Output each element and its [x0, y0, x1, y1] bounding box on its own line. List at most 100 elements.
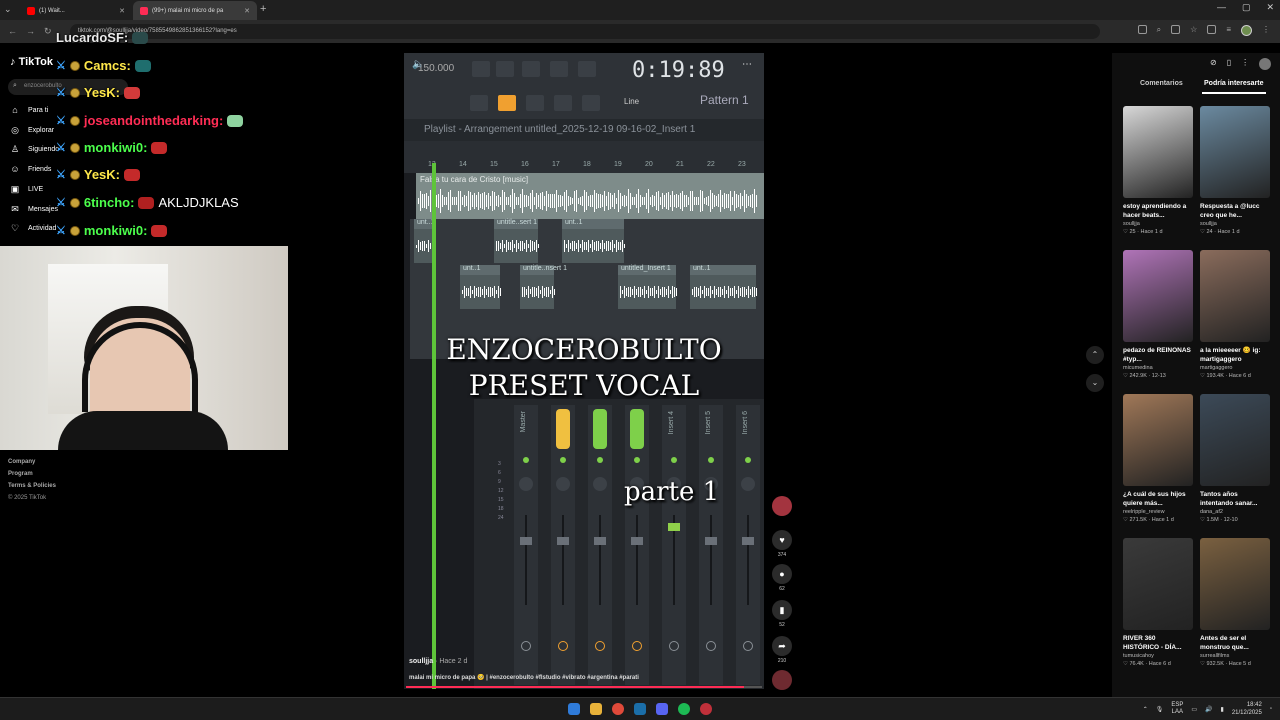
- video-card-user[interactable]: martigaggero: [1200, 365, 1270, 371]
- video-thumbnail[interactable]: [1123, 394, 1193, 486]
- video-card[interactable]: ¿A cuál de sus hijos quiere más... reelri…: [1123, 394, 1193, 523]
- video-thumbnail[interactable]: [1123, 106, 1193, 198]
- language-indicator[interactable]: ESP LAA: [1171, 702, 1183, 716]
- nav-item-explorar[interactable]: ◎ Explorar: [10, 125, 54, 136]
- video-thumbnail[interactable]: [1123, 250, 1193, 342]
- more-icon[interactable]: ⋮: [1241, 58, 1249, 70]
- scroll-up-icon[interactable]: ⌃: [1086, 346, 1104, 364]
- video-card-title[interactable]: a la mieeeeer 🥴 ig: martigaggero: [1200, 346, 1270, 364]
- maximize-icon[interactable]: ▢: [1242, 2, 1251, 13]
- new-tab-button[interactable]: +: [260, 3, 266, 15]
- chrome-icon[interactable]: [612, 703, 624, 715]
- nav-item-mensajes[interactable]: ✉ Mensajes: [10, 204, 58, 215]
- report-icon[interactable]: ▯: [1227, 58, 1231, 70]
- tiktok-logo[interactable]: ♪ TikTok: [10, 56, 53, 68]
- speaker-icon[interactable]: 🔊: [1205, 706, 1212, 713]
- video-progress-bar[interactable]: [406, 686, 762, 688]
- video-card[interactable]: a la mieeeeer 🥴 ig: martigaggero martigag…: [1200, 250, 1270, 379]
- tray-chevron-icon[interactable]: ⌃: [1143, 706, 1148, 713]
- video-card[interactable]: Antes de ser el monstruo que... surreallf…: [1200, 538, 1270, 667]
- waveform-bar: [672, 191, 673, 211]
- menu-icon[interactable]: ≡: [1226, 25, 1231, 36]
- nav-item-siguiendo[interactable]: ♙ Siguiendo: [10, 144, 59, 155]
- comment-button[interactable]: ● 62: [770, 564, 794, 592]
- video-card[interactable]: Respuesta a @lucc creo que he... soulljja…: [1200, 106, 1270, 235]
- tab-list-icon[interactable]: ⌄: [4, 4, 12, 15]
- mic-icon[interactable]: 🎙: [1156, 706, 1164, 713]
- video-card[interactable]: RIVER 360 HISTÓRICO - DÍA... tumusicahoy ♡…: [1123, 538, 1193, 667]
- video-thumbnail[interactable]: [1200, 394, 1270, 486]
- video-card-title[interactable]: Antes de ser el monstruo que...: [1200, 634, 1270, 652]
- zoom-icon[interactable]: ⌕: [1157, 25, 1161, 36]
- video-card[interactable]: Tantos años intentando sanar... dana_af2 ♡…: [1200, 394, 1270, 523]
- video-card-user[interactable]: soulljja: [1200, 221, 1270, 227]
- profile-avatar[interactable]: [1241, 25, 1252, 36]
- minimize-icon[interactable]: —: [1217, 2, 1226, 13]
- more-options-icon[interactable]: ⋯: [742, 59, 752, 70]
- close-window-icon[interactable]: ✕: [1266, 2, 1274, 13]
- waveform-bar: [618, 241, 619, 251]
- share-icon[interactable]: [1171, 25, 1181, 34]
- nav-item-actividad[interactable]: ♡ Actividad: [10, 223, 56, 234]
- nav-item-friends[interactable]: ☺ Friends: [10, 164, 51, 174]
- video-thumbnail[interactable]: [1123, 538, 1193, 630]
- browser-tab-2[interactable]: (99+) malai mi micro de pa ✕: [133, 1, 257, 20]
- footer-program[interactable]: Program: [8, 468, 56, 480]
- more-icon[interactable]: ⋮: [1262, 25, 1270, 36]
- back-icon[interactable]: ←: [8, 26, 17, 36]
- video-card[interactable]: estoy aprendiendo a hacer beats... soullj…: [1123, 106, 1193, 235]
- bookmark-star-icon[interactable]: ☆: [1190, 25, 1197, 36]
- scroll-down-icon[interactable]: ⌄: [1086, 374, 1104, 392]
- file-explorer-icon[interactable]: [590, 703, 602, 715]
- video-card-title[interactable]: estoy aprendiendo a hacer beats...: [1123, 202, 1193, 220]
- video-card-title[interactable]: Respuesta a @lucc creo que he...: [1200, 202, 1270, 220]
- video-card-title[interactable]: pedazo de REINONAS #typ...: [1123, 346, 1193, 364]
- notification-icon[interactable]: ▫: [1270, 706, 1272, 712]
- author-avatar-button[interactable]: [770, 496, 794, 516]
- video-player[interactable]: 150.000 0:19:89 Line Pattern 1 🔈 ⋯ Playl…: [404, 53, 764, 689]
- close-tab-icon[interactable]: ✕: [119, 7, 125, 15]
- forward-icon[interactable]: →: [26, 26, 35, 36]
- nav-item-live[interactable]: ▣ LIVE: [10, 184, 43, 195]
- video-card-user[interactable]: dana_af2: [1200, 509, 1270, 515]
- author-name[interactable]: soulljja: [409, 658, 433, 665]
- user-avatar[interactable]: [1259, 58, 1272, 70]
- share-button[interactable]: ➦ 210: [770, 636, 794, 664]
- video-thumbnail[interactable]: [1200, 106, 1270, 198]
- video-thumbnail[interactable]: [1200, 250, 1270, 342]
- tab-might-interest[interactable]: Podría interesarte: [1204, 80, 1264, 87]
- video-card-title[interactable]: Tantos años intentando sanar...: [1200, 490, 1270, 508]
- nav-item-para-ti[interactable]: ⌂ Para ti: [10, 105, 48, 115]
- footer-terms[interactable]: Terms & Policies: [8, 480, 56, 492]
- extensions-icon[interactable]: [1207, 25, 1217, 34]
- video-card-user[interactable]: soulljja: [1123, 221, 1193, 227]
- video-card-user[interactable]: tumusicahoy: [1123, 653, 1193, 659]
- video-card-title[interactable]: RIVER 360 HISTÓRICO - DÍA...: [1123, 634, 1193, 652]
- reload-icon[interactable]: ↻: [44, 26, 52, 37]
- video-card-user[interactable]: reelripple_review: [1123, 509, 1193, 515]
- video-thumbnail[interactable]: [1200, 538, 1270, 630]
- video-card-user[interactable]: surreallfilms: [1200, 653, 1270, 659]
- close-tab-icon[interactable]: ✕: [244, 7, 250, 15]
- network-icon[interactable]: ▭: [1191, 706, 1197, 713]
- video-card[interactable]: pedazo de REINONAS #typ... micumedina ♡ 24…: [1123, 250, 1193, 379]
- app-icon[interactable]: [700, 703, 712, 715]
- start-icon[interactable]: [568, 703, 580, 715]
- video-card-user[interactable]: micumedina: [1123, 365, 1193, 371]
- telegram-icon[interactable]: [634, 703, 646, 715]
- like-button[interactable]: ♥ 374: [770, 530, 794, 558]
- video-card-title[interactable]: ¿A cuál de sus hijos quiere más...: [1123, 490, 1193, 508]
- battery-icon[interactable]: ▮: [1221, 706, 1224, 713]
- save-button[interactable]: ▮ 52: [770, 600, 794, 628]
- discord-icon[interactable]: [656, 703, 668, 715]
- no-interest-icon[interactable]: ⊘: [1210, 58, 1217, 70]
- sound-disc-button[interactable]: [770, 670, 794, 690]
- tab-comments[interactable]: Comentarios: [1140, 80, 1183, 87]
- footer-company[interactable]: Company: [8, 456, 56, 468]
- volume-icon[interactable]: 🔈: [412, 59, 424, 70]
- url-input[interactable]: tiktok.com/@soulljja/video/7585549862851…: [70, 24, 1100, 39]
- browser-tab-1[interactable]: (1) Wait... ✕: [20, 1, 132, 20]
- taskbar-clock[interactable]: 18:42 21/12/2025: [1232, 701, 1262, 717]
- translate-icon[interactable]: [1137, 25, 1147, 34]
- spotify-icon[interactable]: [678, 703, 690, 715]
